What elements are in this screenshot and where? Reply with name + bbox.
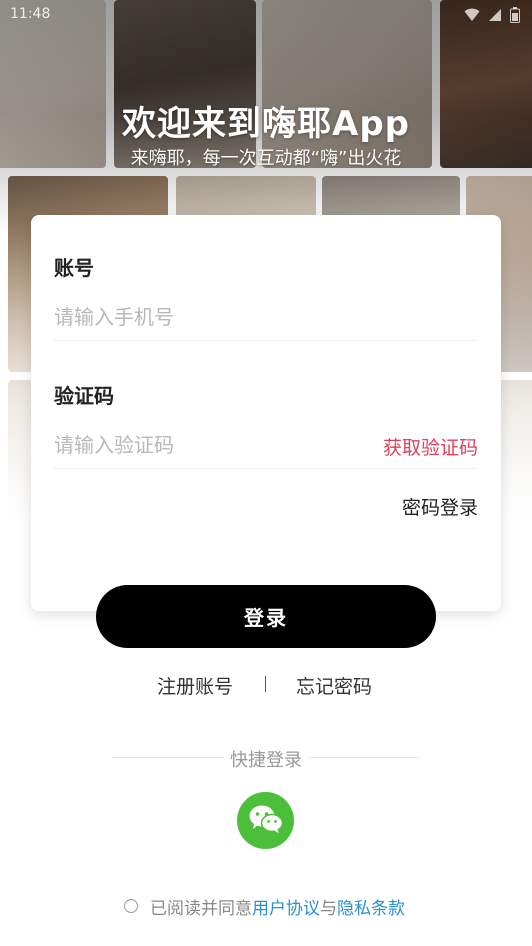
agreement-conjunction: 与 xyxy=(320,898,337,919)
phone-input[interactable] xyxy=(54,295,354,339)
forgot-password-link[interactable]: 忘记密码 xyxy=(296,672,372,699)
wifi-icon xyxy=(464,8,480,22)
code-field-row: 获取验证码 xyxy=(54,423,478,469)
signal-icon xyxy=(488,8,502,22)
login-screen: 11:48 欢迎来到嗨耶App 来嗨耶，每一次互动都“嗨”出火花 账号 验证码 … xyxy=(0,0,532,946)
quick-login-label: 快捷登录 xyxy=(230,750,302,771)
get-verification-code-button[interactable]: 获取验证码 xyxy=(383,433,478,460)
links-divider xyxy=(265,676,266,692)
login-button[interactable]: 登录 xyxy=(96,585,436,648)
privacy-policy-link[interactable]: 隐私条款 xyxy=(337,894,405,919)
register-account-link[interactable]: 注册账号 xyxy=(157,672,233,699)
account-links: 注册账号 忘记密码 xyxy=(0,672,532,700)
password-login-link[interactable]: 密码登录 xyxy=(402,493,478,520)
agreement-checkbox[interactable] xyxy=(124,899,138,913)
agreement-row: 已阅读并同意 用户协议 与 隐私条款 xyxy=(124,894,405,919)
verification-code-label: 验证码 xyxy=(54,384,114,408)
status-icons xyxy=(464,7,520,23)
welcome-title: 欢迎来到嗨耶App xyxy=(122,104,410,144)
welcome-subtitle: 来嗨耶，每一次互动都“嗨”出火花 xyxy=(130,148,402,169)
divider-line xyxy=(308,757,420,758)
account-label: 账号 xyxy=(54,256,94,280)
login-card: 账号 验证码 获取验证码 密码登录 xyxy=(31,215,501,611)
phone-field-row xyxy=(54,295,478,341)
status-bar: 11:48 xyxy=(0,0,532,30)
status-time: 11:48 xyxy=(10,6,51,22)
verification-code-input[interactable] xyxy=(54,423,354,467)
wechat-icon xyxy=(248,804,284,838)
wechat-login-button[interactable] xyxy=(237,792,294,849)
battery-icon xyxy=(510,7,520,23)
user-agreement-link[interactable]: 用户协议 xyxy=(252,894,320,919)
agreement-prefix: 已阅读并同意 xyxy=(150,898,252,919)
